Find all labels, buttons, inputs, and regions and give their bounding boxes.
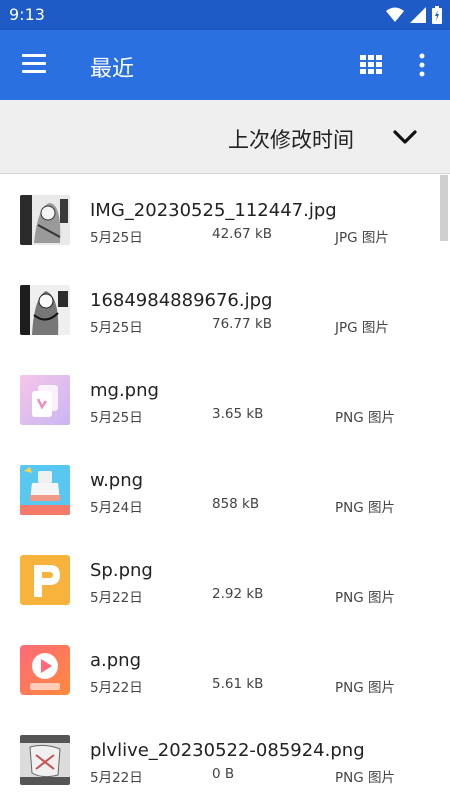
file-type: PNG 图片	[335, 410, 395, 426]
list-item[interactable]: IMG_20230525_112447.jpg 5月25日 42.67 kB J…	[0, 175, 440, 265]
chevron-down-icon[interactable]	[392, 126, 418, 148]
list-item[interactable]: plvlive_20230522-085924.png 5月22日 0 B PN…	[0, 715, 440, 800]
status-icons	[386, 6, 442, 24]
file-name: mg.png	[90, 380, 159, 401]
file-date: 5月22日	[90, 680, 143, 696]
file-name: w.png	[90, 470, 144, 491]
file-date: 5月22日	[90, 770, 143, 786]
list-item[interactable]: 1684984889676.jpg 5月25日 76.77 kB JPG 图片	[0, 265, 440, 355]
file-name: Sp.png	[90, 560, 153, 581]
p-logo-icon	[20, 555, 70, 605]
file-size: 3.65 kB	[212, 406, 264, 422]
file-type: JPG 图片	[335, 320, 389, 336]
cleaner-app-icon	[20, 465, 70, 515]
file-type: PNG 图片	[335, 590, 395, 606]
file-type: JPG 图片	[335, 230, 389, 246]
grid-view-icon[interactable]	[360, 55, 382, 75]
scrollbar[interactable]	[440, 175, 448, 241]
file-size: 76.77 kB	[212, 316, 273, 332]
more-options-icon[interactable]	[418, 53, 426, 77]
file-name: 1684984889676.jpg	[90, 290, 273, 311]
file-size: 858 kB	[212, 496, 260, 512]
file-name: plvlive_20230522-085924.png	[90, 740, 365, 761]
play-app-icon	[20, 645, 70, 695]
list-item[interactable]: mg.png 5月25日 3.65 kB PNG 图片	[0, 355, 440, 445]
file-type: PNG 图片	[335, 500, 395, 516]
page-title: 最近	[90, 57, 135, 82]
file-size: 2.92 kB	[212, 586, 264, 602]
wifi-icon	[386, 7, 404, 22]
file-size: 0 B	[212, 766, 235, 782]
menu-icon[interactable]	[22, 54, 48, 76]
sort-bar[interactable]: 上次修改时间	[0, 100, 450, 174]
status-time: 9:13	[9, 5, 45, 24]
file-name: a.png	[90, 650, 142, 671]
battery-icon	[432, 6, 442, 24]
file-list[interactable]: IMG_20230525_112447.jpg 5月25日 42.67 kB J…	[0, 175, 450, 800]
file-date: 5月24日	[90, 500, 143, 516]
sort-label: 上次修改时间	[228, 128, 354, 152]
status-bar: 9:13	[0, 0, 450, 30]
signal-icon	[410, 7, 426, 23]
file-name: IMG_20230525_112447.jpg	[90, 200, 337, 221]
list-item[interactable]: w.png 5月24日 858 kB PNG 图片	[0, 445, 440, 535]
file-date: 5月25日	[90, 230, 143, 246]
file-date: 5月25日	[90, 320, 143, 336]
app-bar: 最近	[0, 30, 450, 100]
file-date: 5月22日	[90, 590, 143, 606]
file-date: 5月25日	[90, 410, 143, 426]
file-size: 5.61 kB	[212, 676, 264, 692]
manga-icon	[20, 195, 70, 245]
pink-app-icon	[20, 375, 70, 425]
list-item[interactable]: a.png 5月22日 5.61 kB PNG 图片	[0, 625, 440, 715]
sketch-icon	[20, 735, 70, 785]
file-type: PNG 图片	[335, 770, 395, 786]
file-type: PNG 图片	[335, 680, 395, 696]
manga-icon	[20, 285, 70, 335]
list-item[interactable]: Sp.png 5月22日 2.92 kB PNG 图片	[0, 535, 440, 625]
file-size: 42.67 kB	[212, 226, 273, 242]
